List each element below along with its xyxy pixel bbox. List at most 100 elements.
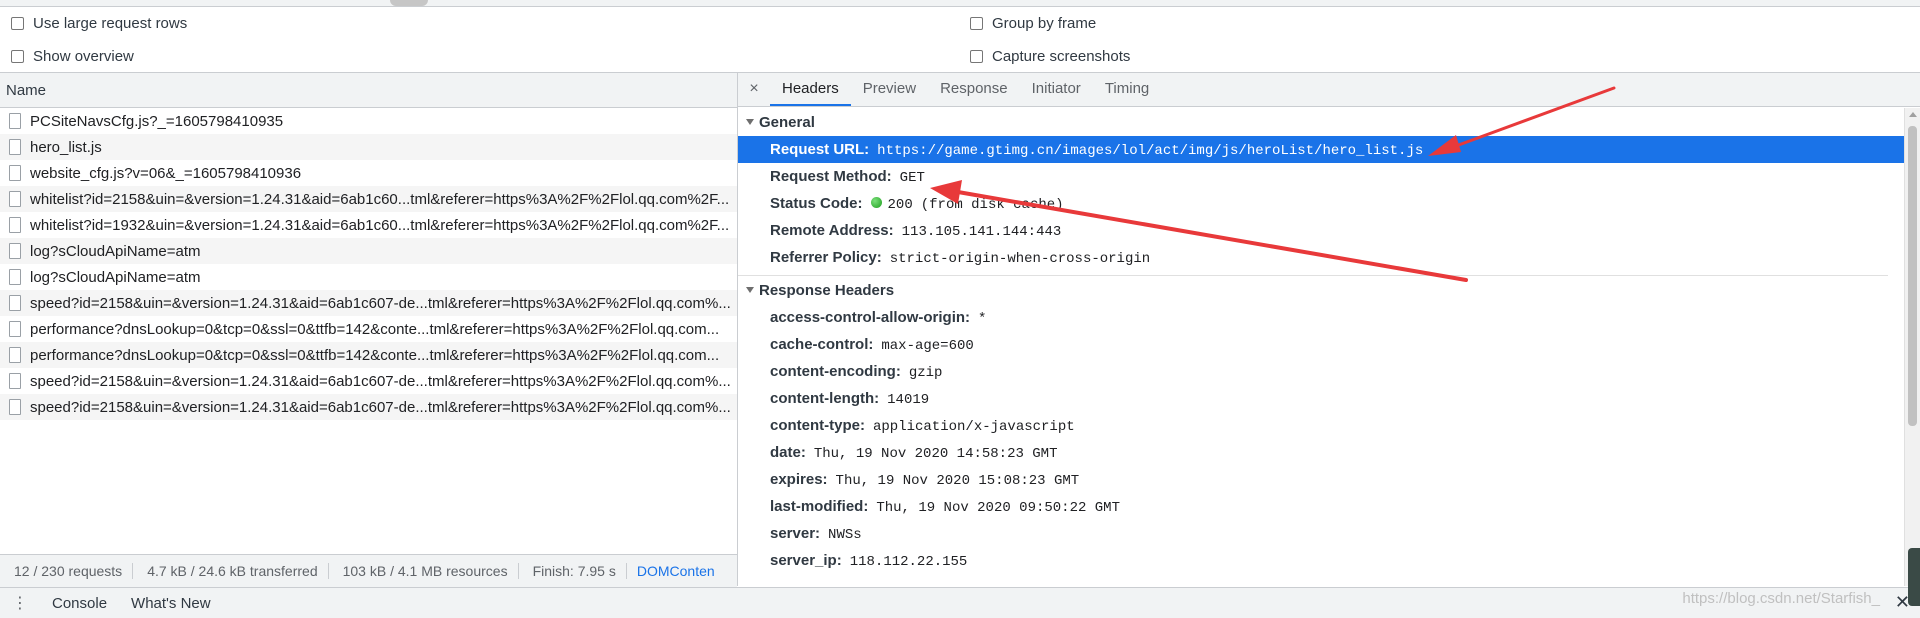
- header-key: Request Method:: [770, 168, 892, 185]
- request-row[interactable]: performance?dnsLookup=0&tcp=0&ssl=0&ttfb…: [0, 316, 737, 342]
- drawer-handle[interactable]: [390, 0, 428, 6]
- file-icon: [9, 321, 21, 337]
- header-row[interactable]: expires: Thu, 19 Nov 2020 15:08:23 GMT: [738, 466, 1920, 493]
- header-row[interactable]: cache-control: max-age=600: [738, 331, 1920, 358]
- request-name: PCSiteNavsCfg.js?_=1605798410935: [30, 112, 284, 130]
- header-row[interactable]: content-encoding: gzip: [738, 358, 1920, 385]
- header-row[interactable]: Referrer Policy: strict-origin-when-cross…: [738, 244, 1920, 271]
- header-row[interactable]: Remote Address: 113.105.141.144:443: [738, 217, 1920, 244]
- header-value: Thu, 19 Nov 2020 15:08:23 GMT: [835, 473, 1080, 489]
- option-show-overview[interactable]: Show overview: [11, 48, 134, 65]
- request-row[interactable]: log?sCloudApiName=atm: [0, 264, 737, 290]
- header-key: last-modified:: [770, 498, 869, 515]
- header-value: NWSs: [828, 527, 862, 543]
- request-name: whitelist?id=1932&uin=&version=1.24.31&a…: [30, 216, 730, 234]
- header-key: cache-control:: [770, 336, 874, 353]
- header-value: max-age=600: [881, 338, 974, 354]
- status-domcontent[interactable]: DOMConten: [627, 563, 725, 579]
- request-name: speed?id=2158&uin=&version=1.24.31&aid=6…: [30, 398, 731, 416]
- tab-preview[interactable]: Preview: [851, 73, 928, 106]
- show-overview-checkbox[interactable]: [11, 50, 24, 63]
- status-extra: (from disk cache): [920, 197, 1064, 213]
- request-row[interactable]: PCSiteNavsCfg.js?_=1605798410935: [0, 108, 737, 134]
- option-large-rows[interactable]: Use large request rows: [11, 15, 187, 32]
- header-key: Referrer Policy:: [770, 249, 882, 266]
- header-key: access-control-allow-origin:: [770, 309, 971, 326]
- header-row[interactable]: date: Thu, 19 Nov 2020 14:58:23 GMT: [738, 439, 1920, 466]
- request-name: whitelist?id=2158&uin=&version=1.24.31&a…: [30, 190, 730, 208]
- header-row[interactable]: server: NWSs: [738, 520, 1920, 547]
- request-row[interactable]: whitelist?id=1932&uin=&version=1.24.31&a…: [0, 212, 737, 238]
- drawer-menu-icon[interactable]: ⋮: [0, 593, 40, 613]
- response-headers-section-header[interactable]: Response Headers: [738, 278, 1920, 304]
- group-by-frame-checkbox[interactable]: [970, 17, 983, 30]
- file-icon: [9, 373, 21, 389]
- request-row[interactable]: hero_list.js: [0, 134, 737, 160]
- status-finish: Finish: 7.95 s: [519, 563, 627, 579]
- header-row[interactable]: content-type: application/x-javascript: [738, 412, 1920, 439]
- drawer-tab-console[interactable]: Console: [40, 595, 119, 612]
- request-row[interactable]: whitelist?id=2158&uin=&version=1.24.31&a…: [0, 186, 737, 212]
- tab-headers[interactable]: Headers: [770, 73, 851, 106]
- close-details-icon[interactable]: ×: [738, 73, 770, 106]
- header-key: server_ip:: [770, 552, 842, 569]
- general-rows: Request URL: https://game.gtimg.cn/images…: [738, 136, 1920, 271]
- top-strip: [0, 0, 1920, 7]
- request-row[interactable]: log?sCloudApiName=atm: [0, 238, 737, 264]
- option-capture-screenshots[interactable]: Capture screenshots: [970, 48, 1130, 65]
- header-key: content-encoding:: [770, 363, 901, 380]
- tab-timing[interactable]: Timing: [1093, 73, 1161, 106]
- general-section-header[interactable]: General: [738, 110, 1920, 136]
- header-key: Request URL:: [770, 141, 870, 158]
- request-name: speed?id=2158&uin=&version=1.24.31&aid=6…: [30, 294, 731, 312]
- details-scrollbar[interactable]: [1904, 108, 1920, 586]
- request-row[interactable]: speed?id=2158&uin=&version=1.24.31&aid=6…: [0, 290, 737, 316]
- header-value: GET: [899, 170, 925, 186]
- header-row[interactable]: Request URL: https://game.gtimg.cn/images…: [738, 136, 1912, 163]
- header-row[interactable]: last-modified: Thu, 19 Nov 2020 09:50:22 …: [738, 493, 1920, 520]
- request-name: hero_list.js: [30, 138, 102, 156]
- details-tabbar: × Headers Preview Response Initiator Tim…: [738, 73, 1920, 107]
- header-value: Thu, 19 Nov 2020 14:58:23 GMT: [813, 446, 1058, 462]
- large-rows-checkbox[interactable]: [11, 17, 24, 30]
- header-key: Status Code:: [770, 195, 863, 212]
- file-icon: [9, 139, 21, 155]
- show-overview-label: Show overview: [33, 48, 134, 65]
- request-name: performance?dnsLookup=0&tcp=0&ssl=0&ttfb…: [30, 346, 720, 364]
- header-row[interactable]: Status Code: 200 (from disk cache): [738, 190, 1920, 217]
- tab-response[interactable]: Response: [928, 73, 1020, 106]
- request-name: speed?id=2158&uin=&version=1.24.31&aid=6…: [30, 372, 731, 390]
- request-row[interactable]: website_cfg.js?v=06&_=1605798410936: [0, 160, 737, 186]
- request-list-panel: Name PCSiteNavsCfg.js?_=1605798410935her…: [0, 73, 738, 586]
- scrollbar-thumb[interactable]: [1908, 126, 1917, 426]
- watermark-text: https://blog.csdn.net/Starfish_: [1682, 590, 1880, 607]
- drawer-tab-whats-new[interactable]: What's New: [119, 595, 223, 612]
- header-row[interactable]: content-length: 14019: [738, 385, 1920, 412]
- capture-screenshots-checkbox[interactable]: [970, 50, 983, 63]
- option-group-by-frame[interactable]: Group by frame: [970, 15, 1096, 32]
- file-icon: [9, 295, 21, 311]
- request-row[interactable]: speed?id=2158&uin=&version=1.24.31&aid=6…: [0, 394, 737, 420]
- request-row[interactable]: performance?dnsLookup=0&tcp=0&ssl=0&ttfb…: [0, 342, 737, 368]
- status-transferred: 4.7 kB / 24.6 kB transferred: [133, 563, 329, 579]
- triangle-down-icon: [746, 119, 754, 126]
- file-icon: [9, 399, 21, 415]
- header-value: 14019: [887, 392, 930, 408]
- request-list: PCSiteNavsCfg.js?_=1605798410935 hero_lis…: [0, 108, 737, 420]
- scroll-up-icon[interactable]: [1909, 112, 1917, 117]
- general-title: General: [759, 114, 815, 131]
- request-row[interactable]: speed?id=2158&uin=&version=1.24.31&aid=6…: [0, 368, 737, 394]
- header-key: Remote Address:: [770, 222, 894, 239]
- header-row[interactable]: server_ip: 118.112.22.155: [738, 547, 1920, 574]
- header-value: *: [978, 311, 987, 327]
- large-rows-label: Use large request rows: [33, 15, 188, 32]
- file-icon: [9, 269, 21, 285]
- header-row[interactable]: Request Method: GET: [738, 163, 1920, 190]
- tab-initiator[interactable]: Initiator: [1020, 73, 1093, 106]
- window-edge-grip: [1908, 548, 1920, 606]
- header-row[interactable]: access-control-allow-origin: *: [738, 304, 1920, 331]
- group-by-frame-label: Group by frame: [992, 15, 1097, 32]
- name-column-header[interactable]: Name: [0, 73, 737, 108]
- header-value: 200: [887, 197, 913, 213]
- response-header-rows: access-control-allow-origin: * cache-contr…: [738, 304, 1920, 574]
